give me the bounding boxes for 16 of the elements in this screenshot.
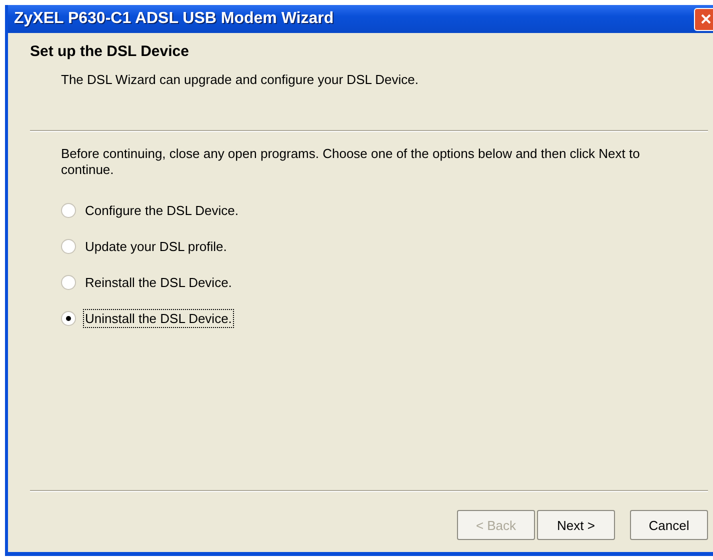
window-title: ZyXEL P630-C1 ADSL USB Modem Wizard	[13, 10, 334, 28]
option-label[interactable]: Update your DSL profile.	[83, 236, 229, 256]
option-label[interactable]: Configure the DSL Device.	[83, 200, 240, 220]
close-icon	[700, 14, 710, 24]
radio-button[interactable]	[61, 238, 76, 254]
cancel-button[interactable]: Cancel	[630, 510, 708, 540]
close-button[interactable]	[694, 8, 713, 30]
next-button[interactable]: Next >	[537, 510, 615, 540]
page-heading: Set up the DSL Device	[30, 43, 190, 60]
option-label[interactable]: Reinstall the DSL Device.	[83, 272, 234, 292]
radio-button[interactable]	[61, 310, 76, 326]
radio-button[interactable]	[61, 202, 76, 218]
page-subtitle: The DSL Wizard can upgrade and configure your DSL Device.	[60, 71, 420, 87]
instructions-text: Before continuing, close any open programs. Choose one of the options below and then click Next to continue.	[61, 146, 641, 178]
option-label[interactable]: Uninstall the DSL Device.	[83, 308, 234, 328]
radio-button[interactable]	[61, 274, 76, 290]
